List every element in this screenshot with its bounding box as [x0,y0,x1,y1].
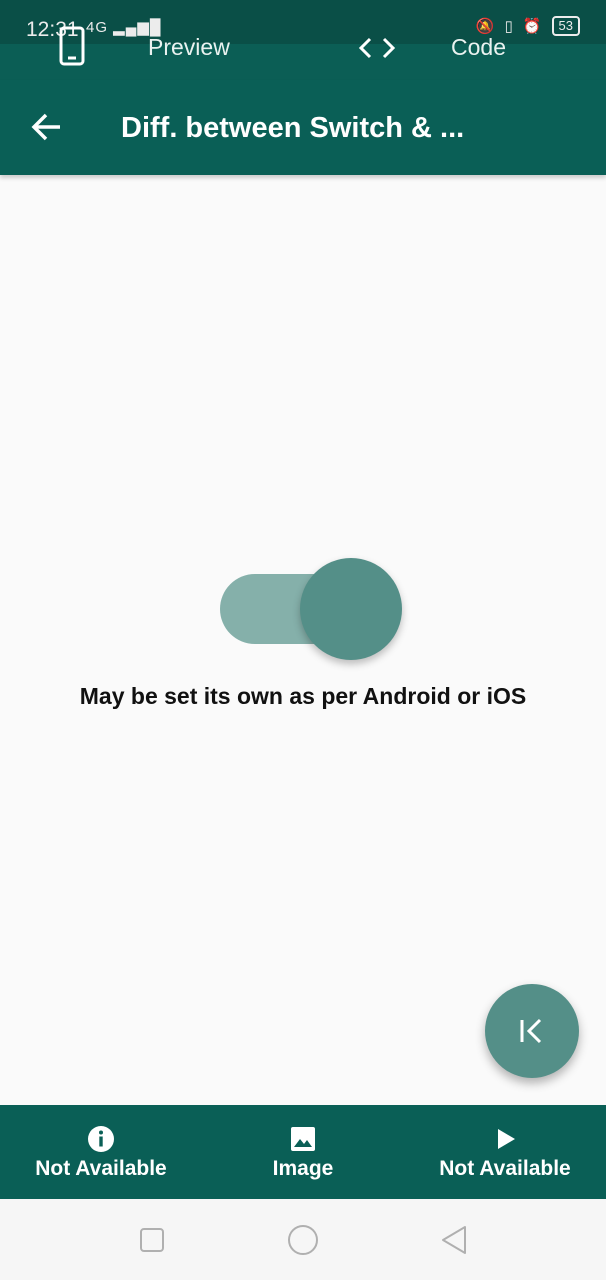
top-tab-strip: 12:31 4G ▂▄▆█ 🔕 ▯ ⏰ 53 Preview Code [0,0,606,80]
preview-code-tabs: Preview Code [0,22,606,80]
app-bar: Diff. between Switch & ... [0,80,606,175]
nav-label-info: Not Available [35,1157,167,1180]
play-icon [498,1129,515,1149]
back-arrow-icon[interactable] [30,110,64,144]
phone-icon[interactable] [58,26,86,66]
switch-thumb [300,558,402,660]
back-icon[interactable] [440,1225,468,1255]
first-page-button[interactable] [485,984,579,1078]
nav-label-image: Image [272,1157,334,1180]
tab-code[interactable]: Code [451,34,506,61]
recents-icon[interactable] [139,1227,165,1253]
image-icon [291,1127,315,1151]
info-icon [88,1126,114,1152]
switch-toggle[interactable] [220,558,402,660]
page-title: Diff. between Switch & ... [121,112,465,144]
nav-item-play[interactable]: Not Available [404,1105,606,1199]
home-icon[interactable] [287,1224,319,1256]
tab-preview[interactable]: Preview [148,34,230,61]
first-page-icon [520,1018,542,1044]
switch-caption: May be set its own as per Android or iOS [79,683,527,709]
nav-label-play: Not Available [439,1157,571,1180]
system-nav-bar [0,1199,606,1280]
nav-item-image[interactable]: Image [202,1105,404,1199]
bottom-nav: Not Available Image Not Available [0,1105,606,1199]
nav-item-info[interactable]: Not Available [0,1105,202,1199]
code-icon[interactable] [358,36,396,60]
